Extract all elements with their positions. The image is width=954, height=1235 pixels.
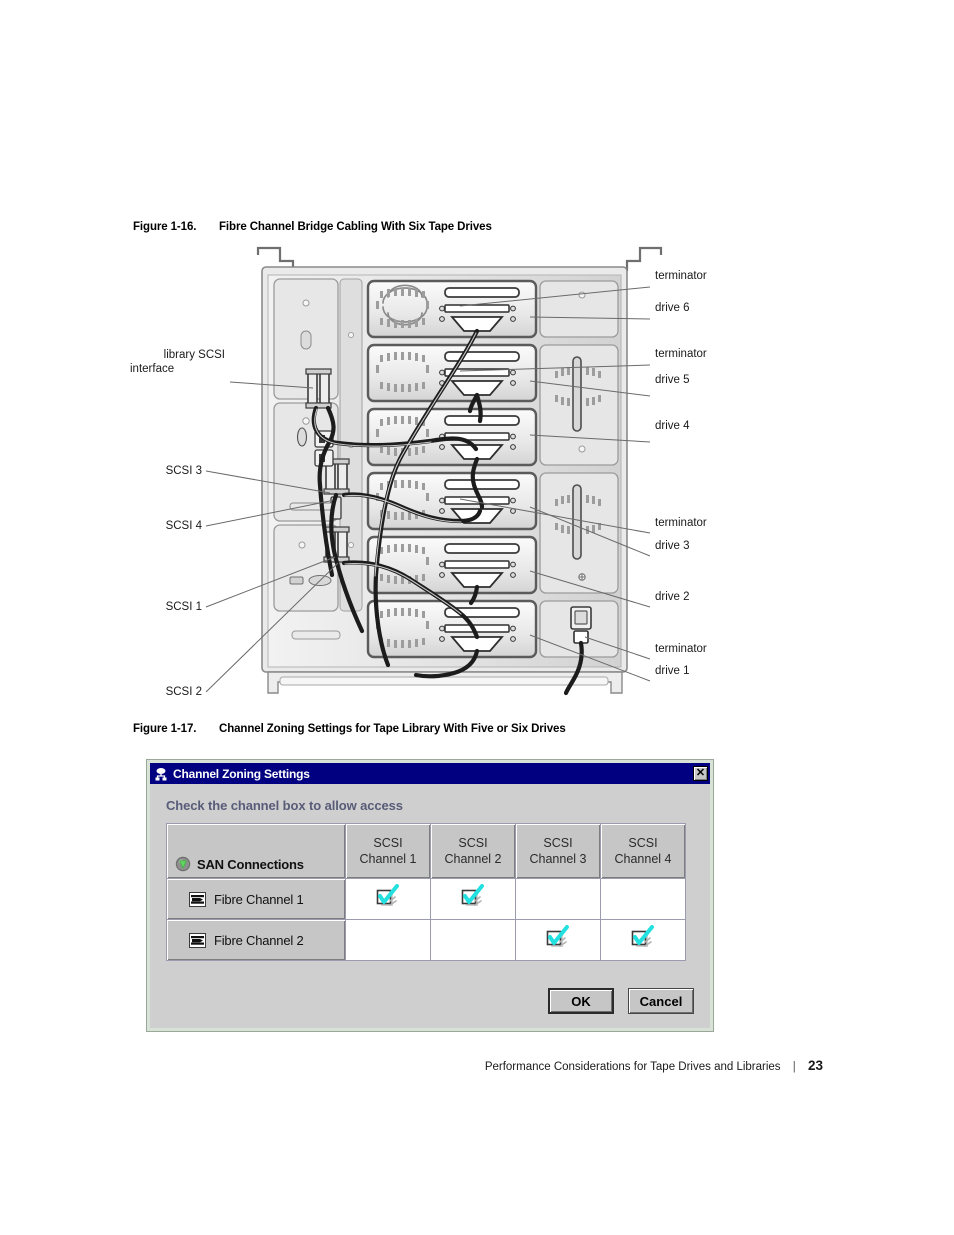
cancel-button[interactable]: Cancel: [628, 988, 694, 1014]
callout-terminator-6: terminator: [655, 270, 707, 282]
row-header-fibre-channel-2: Fibre Channel 2: [167, 920, 345, 960]
column-header-scsi-channel-2: SCSI Channel 2: [431, 824, 515, 878]
callout-drive-6: drive 6: [655, 302, 690, 314]
tape-drive-module-6: [366, 279, 557, 339]
dialog-title: Channel Zoning Settings: [173, 766, 310, 781]
column-header-scsi-channel-4: SCSI Channel 4: [601, 824, 685, 878]
san-connections-label: SAN Connections: [197, 856, 304, 872]
footer-separator: |: [792, 1061, 796, 1073]
fibre-channel-icon: [189, 891, 206, 907]
close-icon[interactable]: ✕: [693, 766, 708, 781]
terminator-bay-lower: [539, 600, 619, 658]
fibre-channel-1-label: Fibre Channel 1: [214, 891, 304, 907]
callout-drive-3: drive 3: [655, 540, 690, 552]
figure-1-16-title: Fibre Channel Bridge Cabling With Six Ta…: [219, 221, 492, 233]
callout-terminator-5: terminator: [655, 348, 707, 360]
figure-1-17-number: Figure 1-17.: [133, 723, 197, 735]
cell-fc1-scsi4[interactable]: [601, 879, 685, 919]
callout-drive-5: drive 5: [655, 374, 690, 386]
channel-zoning-table: SAN Connections SCSI Channel 1 SCSI Chan…: [166, 823, 686, 961]
table-row: Fibre Channel 1: [167, 879, 685, 919]
figure-1-16-caption: Figure 1-16. Fibre Channel Bridge Cabling…: [133, 221, 492, 233]
tape-drive-module-2: [366, 535, 557, 595]
dialog-button-row: OK Cancel: [548, 988, 694, 1014]
checkbox-checked-icon[interactable]: [458, 883, 488, 910]
dialog-hint-text: Check the channel box to allow access: [166, 798, 403, 813]
tape-drive-module-1: [366, 599, 557, 659]
page-footer: Performance Considerations for Tape Driv…: [0, 1058, 954, 1073]
figure-1-17-caption: Figure 1-17. Channel Zoning Settings for …: [133, 723, 566, 735]
page-number: 23: [807, 1058, 823, 1073]
row-header-fibre-channel-1: Fibre Channel 1: [167, 879, 345, 919]
checkbox-checked-icon[interactable]: [373, 883, 403, 910]
cell-fc1-scsi3[interactable]: [516, 879, 600, 919]
figure-1-16-illustration: library SCSI interface SCSI 3 SCSI 4 SCS…: [130, 245, 830, 705]
fibre-channel-icon: [189, 932, 206, 948]
footer-title: Performance Considerations for Tape Driv…: [484, 1061, 781, 1073]
callout-scsi-3: SCSI 3: [165, 465, 202, 477]
callout-terminator-1: terminator: [655, 643, 707, 655]
column-header-scsi-channel-1: SCSI Channel 1: [346, 824, 430, 878]
callout-drive-4: drive 4: [655, 420, 690, 432]
ok-button[interactable]: OK: [548, 988, 614, 1014]
tape-drive-module-4: [366, 407, 557, 467]
table-row: Fibre Channel 2: [167, 920, 685, 960]
tape-drive-module-5: [366, 343, 557, 403]
callout-scsi-1: SCSI 1: [165, 601, 202, 613]
callout-library-scsi-interface: library SCSI interface: [130, 349, 225, 375]
terminator-bay-middle: [539, 472, 619, 594]
terminator-bay-upper: [539, 344, 619, 466]
tape-library-rear-view-diagram: [205, 246, 663, 696]
cell-fc2-scsi4[interactable]: [601, 920, 685, 960]
table-corner-header: SAN Connections: [167, 824, 345, 878]
cell-fc2-scsi1[interactable]: [346, 920, 430, 960]
checkbox-checked-icon[interactable]: [628, 924, 658, 951]
figure-1-16-number: Figure 1-16.: [133, 221, 197, 233]
cell-fc1-scsi1[interactable]: [346, 879, 430, 919]
callout-drive-1: drive 1: [655, 665, 690, 677]
cell-fc2-scsi3[interactable]: [516, 920, 600, 960]
table-header-row: SAN Connections SCSI Channel 1 SCSI Chan…: [167, 824, 685, 878]
cell-fc2-scsi2[interactable]: [431, 920, 515, 960]
fibre-channel-2-label: Fibre Channel 2: [214, 932, 304, 948]
callout-scsi-4: SCSI 4: [165, 520, 202, 532]
dialog-body: Check the channel box to allow access SA…: [150, 784, 710, 961]
callout-scsi-2: SCSI 2: [165, 686, 202, 698]
cell-fc1-scsi2[interactable]: [431, 879, 515, 919]
callout-drive-2: drive 2: [655, 591, 690, 603]
figure-1-17-title: Channel Zoning Settings for Tape Library…: [219, 723, 566, 735]
globe-icon: [175, 856, 191, 872]
network-tree-icon: [154, 767, 168, 781]
channel-zoning-settings-dialog: Channel Zoning Settings ✕ Check the chan…: [146, 759, 714, 1032]
dialog-titlebar[interactable]: Channel Zoning Settings ✕: [150, 763, 710, 784]
column-header-scsi-channel-3: SCSI Channel 3: [516, 824, 600, 878]
checkbox-checked-icon[interactable]: [543, 924, 573, 951]
callout-terminator-3: terminator: [655, 517, 707, 529]
